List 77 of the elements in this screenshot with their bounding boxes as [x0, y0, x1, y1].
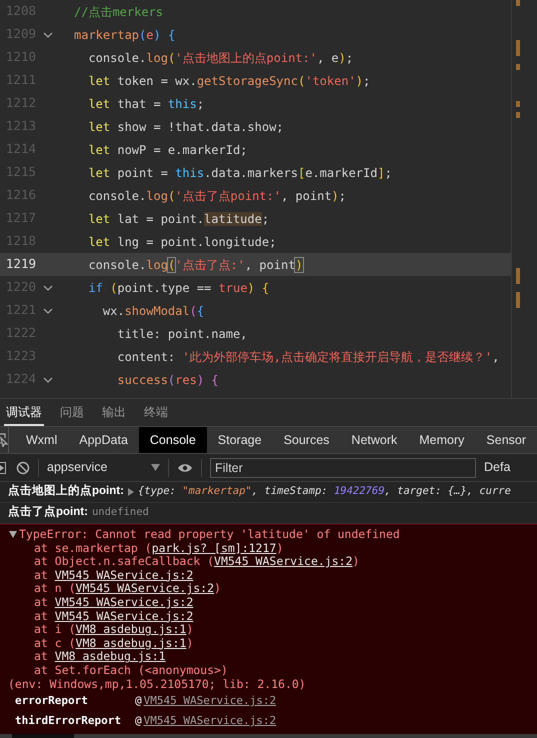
code-line: let lng = point.longitude;: [87, 234, 276, 250]
code-line: let nowP = e.markerId;: [87, 142, 248, 158]
function-name: thirdErrorReport: [15, 714, 122, 728]
env-info: (env: Windows,mp,1.05.2105170; lib: 2.16.0): [7, 678, 307, 692]
at-sign: @: [135, 714, 142, 728]
levels-dropdown[interactable]: Defa: [484, 458, 510, 477]
panel-tab[interactable]: 终端: [142, 399, 170, 426]
stack-frame: at Object.n.safeCallback (: [34, 555, 214, 569]
stack-frame: at Set.forEach (<anonymous>): [34, 664, 228, 678]
devtools-tab[interactable]: AppData: [68, 427, 139, 453]
log-label: 点击了点point:: [8, 504, 88, 520]
code-line: console.log('点击了点:', point): [87, 256, 303, 274]
panel-tab[interactable]: 问题: [58, 399, 86, 426]
collapse-icon[interactable]: [9, 531, 17, 538]
source-link[interactable]: VM545 WAService.js:2: [54, 568, 194, 582]
stack-frame: at n (: [34, 582, 76, 596]
devtools-tab[interactable]: Network: [340, 427, 408, 453]
log-label: 点击地图上的点point:: [8, 483, 124, 500]
code-line: let show = !that.data.show;: [87, 118, 284, 136]
code-line: console.log('点击了点point:', point);: [87, 188, 346, 204]
source-link[interactable]: VM545 WAService.js:2: [144, 714, 276, 728]
devtools-tab[interactable]: Storage: [206, 427, 273, 453]
source-link[interactable]: VM545 WAService.js:2: [54, 610, 194, 624]
source-link[interactable]: VM8 asdebug.js:1: [76, 636, 186, 650]
code-line: wx.showModal({: [102, 302, 204, 320]
code-line: content: '此为外部停车场,点击确定将直接开启导航，是否继续？',: [116, 348, 500, 366]
code-line: if (point.type == true) {: [87, 280, 270, 296]
code-line: let point = this.data.markers[e.markerId];: [87, 164, 392, 182]
stack-frame: at: [34, 568, 55, 582]
source-link[interactable]: VM545 WAService.js:2: [144, 694, 276, 708]
source-link[interactable]: VM8 asdebug.js:1: [54, 650, 166, 664]
panel-tab[interactable]: 输出: [100, 399, 128, 426]
chevron-icon[interactable]: [43, 376, 53, 382]
log-value: undefined: [92, 505, 149, 520]
code-line: //点击merkers: [73, 4, 164, 20]
log-value: {type: "markertap", timeStamp: 19422769, target: {…}, curre: [138, 484, 511, 500]
error-message: TypeError: Cannot read property 'latitude' of undefined: [19, 528, 400, 542]
stack-frame: ): [276, 542, 284, 556]
source-link[interactable]: park.js? [sm]:1217: [152, 542, 276, 556]
code-line: let that = this;: [87, 96, 204, 112]
stack-frame: ): [352, 555, 360, 569]
devtools-tab[interactable]: Sources: [272, 427, 340, 453]
function-name: errorReport: [15, 694, 89, 708]
code-line: title: point.name,: [116, 326, 248, 342]
source-link[interactable]: VM8 asdebug.js:1: [76, 623, 186, 637]
line-number: 1219: [4, 255, 36, 274]
clear-icon[interactable]: [16, 460, 30, 474]
at-sign: @: [135, 694, 142, 708]
devtools-tab[interactable]: Memory: [408, 427, 476, 453]
chevron-icon[interactable]: [43, 32, 53, 38]
code-line: let lat = point.latitude;: [87, 210, 270, 228]
chevron-icon[interactable]: [43, 284, 53, 290]
stack-frame: ): [186, 623, 194, 637]
caret-icon: [151, 464, 160, 471]
code-line: markertap(e) {: [73, 26, 176, 44]
chevron-icon[interactable]: [43, 308, 53, 314]
devtools-tab[interactable]: Sensor: [475, 427, 537, 453]
context-dropdown[interactable]: appservice: [39, 458, 169, 476]
stack-frame: ): [186, 636, 194, 650]
expand-icon[interactable]: [128, 488, 134, 496]
source-link[interactable]: VM545 WAService.js:2: [54, 596, 194, 610]
source-link[interactable]: VM545 WAService.js:2: [214, 555, 352, 569]
stack-frame: at i (: [34, 623, 76, 637]
code-line: let token = wx.getStorageSync('token');: [87, 72, 370, 90]
devtools-tab[interactable]: Wxml: [15, 427, 68, 453]
eye-icon[interactable]: [177, 462, 193, 472]
stack-frame: at: [34, 650, 55, 664]
stack-frame: at se.markertap (: [34, 542, 152, 556]
stack-frame: at: [34, 596, 55, 610]
stack-frame: at c (: [34, 636, 76, 650]
code-line: success(res) {: [116, 372, 219, 388]
stack-frame: at: [34, 610, 55, 624]
stack-frame: ): [214, 582, 221, 596]
filter-field[interactable]: Filter: [210, 458, 476, 478]
code-line: console.log('点击地图上的点point:', e);: [87, 50, 354, 66]
source-link[interactable]: VM545 WAService.js:2: [76, 582, 214, 596]
devtools-tab[interactable]: Console: [138, 427, 207, 453]
